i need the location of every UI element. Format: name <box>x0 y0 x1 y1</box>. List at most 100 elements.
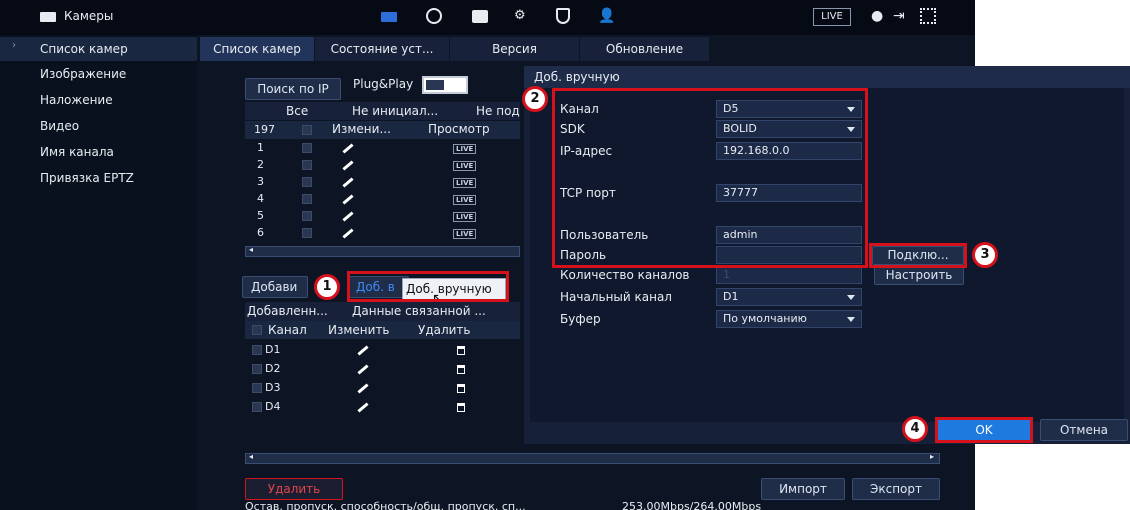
table-row[interactable]: D3 <box>245 380 520 396</box>
table-row[interactable]: 6 LIVE <box>245 225 520 241</box>
live-view-button[interactable]: LIVE <box>453 140 477 156</box>
scroll-right-icon[interactable]: ▸ <box>930 452 934 461</box>
sidebar-item-overlay[interactable]: Наложение <box>40 89 113 111</box>
row-checkbox[interactable] <box>302 228 312 238</box>
export-button[interactable]: Экспорт <box>852 478 940 500</box>
qr-code-icon[interactable] <box>920 8 936 24</box>
channel-id: D2 <box>265 362 281 375</box>
row-number: 3 <box>257 175 264 188</box>
edit-icon[interactable] <box>342 194 354 205</box>
row-checkbox[interactable] <box>302 160 312 170</box>
configure-button[interactable]: Настроить <box>874 266 964 285</box>
highlight-box-3 <box>869 243 967 268</box>
device-list-scrollbar[interactable]: ◂ <box>245 245 520 257</box>
channel-id: D4 <box>265 400 281 413</box>
start-channel-select[interactable]: D1 <box>716 288 862 306</box>
delete-icon[interactable] <box>457 346 465 355</box>
cancel-button[interactable]: Отмена <box>1040 419 1128 441</box>
delete-icon[interactable] <box>457 384 465 393</box>
row-checkbox[interactable] <box>302 211 312 221</box>
live-view-button[interactable]: LIVE <box>453 225 477 241</box>
import-button[interactable]: Импорт <box>761 478 845 500</box>
delete-icon[interactable] <box>457 403 465 412</box>
select-all-checkbox[interactable] <box>302 125 312 135</box>
settings-icon[interactable]: ⚙ <box>514 9 530 23</box>
tab-update[interactable]: Обновление <box>580 37 710 61</box>
dialog-title: Доб. вручную <box>524 66 1130 88</box>
delete-button[interactable]: Удалить <box>245 478 343 500</box>
bandwidth-value: 253.00Mbps/264.00Mbps <box>622 500 762 510</box>
row-checkbox[interactable] <box>252 383 262 393</box>
table-row[interactable]: 5 LIVE <box>245 208 520 224</box>
edit-icon[interactable] <box>357 402 369 413</box>
table-row[interactable]: 4 LIVE <box>245 191 520 207</box>
table-row[interactable]: D1 <box>245 342 520 358</box>
channel-count-label: Количество каналов <box>560 268 690 282</box>
storage-icon[interactable] <box>472 10 488 23</box>
live-view-button[interactable]: LIVE <box>453 174 477 190</box>
table-row[interactable]: 1 LIVE <box>245 140 520 156</box>
tab-added-devices[interactable]: Добавленн... <box>247 304 328 318</box>
sidebar-item-image[interactable]: Изображение <box>40 63 126 85</box>
row-number: 5 <box>257 209 264 222</box>
row-checkbox[interactable] <box>252 345 262 355</box>
row-number: 1 <box>257 141 264 154</box>
tab-uninitialized[interactable]: Не инициал... <box>352 104 438 118</box>
camera-menu-icon[interactable] <box>381 12 397 22</box>
live-view-button[interactable]: LIVE <box>453 157 477 173</box>
table-row[interactable]: 2 LIVE <box>245 157 520 173</box>
edit-icon[interactable] <box>342 160 354 171</box>
tab-device-status[interactable]: Состояние уст... <box>315 37 450 61</box>
scroll-left-icon[interactable]: ◂ <box>249 245 253 254</box>
tab-version[interactable]: Версия <box>450 37 580 61</box>
title-bar: Камеры ⚙ 👤 LIVE ● ⇥ <box>0 0 975 35</box>
device-count: 197 <box>254 123 275 136</box>
sidebar: › Список камер Изображение Наложение Вид… <box>0 35 197 510</box>
edit-icon[interactable] <box>357 383 369 394</box>
edit-icon[interactable] <box>357 345 369 356</box>
row-checkbox[interactable] <box>252 364 262 374</box>
tab-not-connected[interactable]: Не под <box>476 104 520 118</box>
highlight-box-1 <box>347 271 509 302</box>
select-all-added-checkbox[interactable] <box>252 325 262 335</box>
edit-icon[interactable] <box>342 177 354 188</box>
tab-linked-data[interactable]: Данные связанной ... <box>352 304 486 318</box>
edit-icon[interactable] <box>357 364 369 375</box>
account-icon[interactable]: 👤 <box>598 8 615 24</box>
table-row[interactable]: D2 <box>245 361 520 377</box>
sidebar-item-channel-name[interactable]: Имя канала <box>40 141 114 163</box>
table-row[interactable]: 3 LIVE <box>245 174 520 190</box>
row-checkbox[interactable] <box>302 194 312 204</box>
row-checkbox[interactable] <box>302 143 312 153</box>
live-button[interactable]: LIVE <box>813 8 851 26</box>
channel-id: D3 <box>265 381 281 394</box>
sidebar-item-video[interactable]: Видео <box>40 115 79 137</box>
edit-icon[interactable] <box>342 143 354 154</box>
highlight-box-2 <box>552 88 868 268</box>
added-list-scrollbar[interactable]: ◂ ▸ <box>245 452 940 464</box>
column-edit: Измени... <box>332 122 391 136</box>
edit-icon[interactable] <box>342 228 354 239</box>
table-row[interactable]: D4 <box>245 399 520 415</box>
row-checkbox[interactable] <box>302 177 312 187</box>
buffer-select[interactable]: По умолчанию <box>716 310 862 328</box>
plug-play-toggle[interactable] <box>422 76 468 94</box>
live-view-button[interactable]: LIVE <box>453 191 477 207</box>
tab-all[interactable]: Все <box>286 104 308 118</box>
channel-count-input[interactable]: 1 <box>716 266 862 284</box>
shield-icon[interactable] <box>556 8 570 24</box>
logout-icon[interactable]: ⇥ <box>893 8 905 24</box>
sidebar-item-eptz[interactable]: Привязка EPTZ <box>40 167 134 189</box>
tab-camera-list[interactable]: Список камер <box>200 37 315 61</box>
scroll-left-icon[interactable]: ◂ <box>249 452 253 461</box>
add-button[interactable]: Добави <box>242 276 308 298</box>
edit-icon[interactable] <box>342 211 354 222</box>
search-ip-button[interactable]: Поиск по IP <box>245 78 341 100</box>
user-icon[interactable]: ● <box>871 8 883 24</box>
live-view-button[interactable]: LIVE <box>453 208 477 224</box>
callout-3: 3 <box>972 242 998 268</box>
sidebar-item-camera-list[interactable]: Список камер <box>40 38 128 60</box>
delete-icon[interactable] <box>457 365 465 374</box>
network-icon[interactable] <box>426 8 442 24</box>
row-checkbox[interactable] <box>252 402 262 412</box>
